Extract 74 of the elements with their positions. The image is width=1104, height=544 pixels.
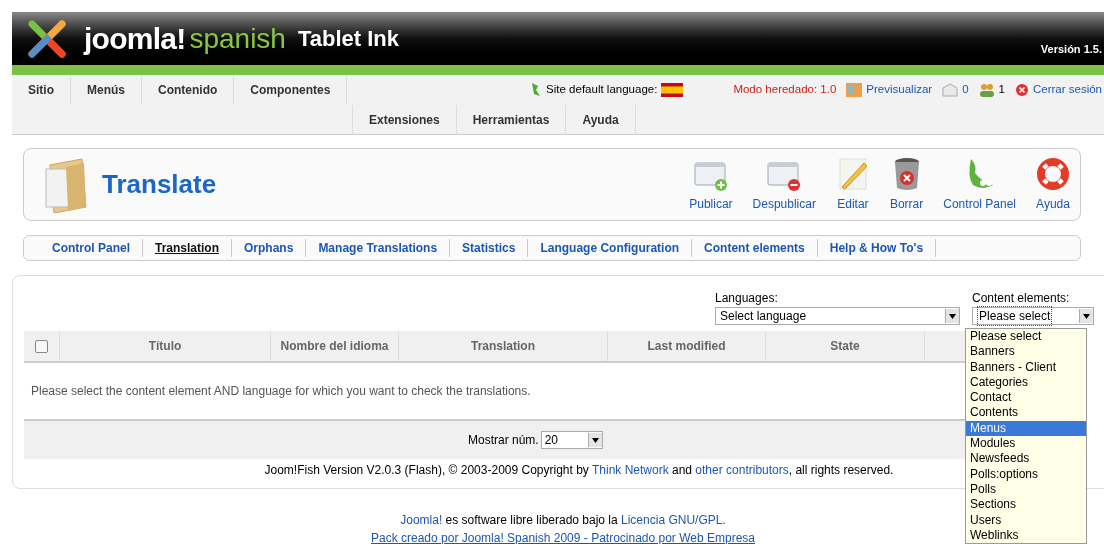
- dropdown-option[interactable]: Menus: [966, 420, 1086, 437]
- menu-item[interactable]: Extensiones: [352, 105, 456, 135]
- logout-link[interactable]: Cerrar sesión: [1014, 81, 1102, 99]
- menu-item[interactable]: Menús: [71, 75, 142, 105]
- trash-can-icon: [892, 156, 921, 191]
- dropdown-option[interactable]: Banners - Client: [966, 359, 1086, 375]
- logo-text: joomla!: [84, 21, 186, 57]
- submenu-tab[interactable]: Orphans: [232, 239, 307, 257]
- submenu-tab[interactable]: Language Configuration: [528, 239, 693, 257]
- content-elements-label: Content elements:: [972, 290, 1071, 307]
- license-text: Joomla! es software libre liberado bajo la Licencia GNU/GPL.: [400, 512, 726, 529]
- submenu-tab[interactable]: Statistics: [450, 239, 529, 257]
- lifebuoy-icon: [1036, 156, 1070, 191]
- dropdown-option[interactable]: Modules: [966, 436, 1086, 452]
- dropdown-option[interactable]: Please select: [966, 329, 1086, 345]
- credits-text: Joom!Fish Version V2.0.3 (Flash), © 2003-2009 Copyright by Think Network and other contributors, all rights reserved.: [264, 462, 894, 479]
- version-text: Versión 1.5.: [1040, 41, 1102, 57]
- link[interactable]: other contributors: [695, 463, 789, 477]
- window-minus-icon: [767, 160, 802, 191]
- submenu-tab[interactable]: Help & How To's: [817, 239, 937, 257]
- content-elements-select[interactable]: Please select: [972, 307, 1094, 325]
- spain-flag-icon: [661, 83, 684, 97]
- toolbar-button[interactable]: Borrar: [883, 156, 930, 213]
- dropdown-option[interactable]: Contents: [966, 405, 1086, 421]
- dropdown-option[interactable]: Banners: [966, 344, 1086, 360]
- messages-link[interactable]: 0: [942, 81, 969, 99]
- link[interactable]: Think Network: [591, 463, 669, 477]
- show-count-label: Mostrar núm.: [468, 432, 539, 449]
- link[interactable]: Joomla!: [400, 513, 443, 527]
- select-all-checkbox[interactable]: [35, 339, 48, 353]
- column-header: Título: [60, 331, 271, 361]
- submenu-tab[interactable]: Content elements: [692, 239, 818, 257]
- preview-icon: [846, 83, 863, 97]
- dropdown-option[interactable]: Sections: [966, 497, 1086, 513]
- users-icon: [978, 83, 995, 97]
- menu-item[interactable]: Herramientas: [455, 105, 566, 135]
- show-count-select[interactable]: 20: [540, 431, 603, 449]
- dropdown-option[interactable]: Weblinks: [966, 527, 1086, 544]
- toolbar-button[interactable]: Editar: [829, 156, 876, 213]
- dropdown-option[interactable]: Polls:options: [966, 466, 1086, 482]
- online-users: 1: [978, 81, 1005, 99]
- window-plus-icon: [693, 160, 728, 191]
- dropdown-option[interactable]: Polls: [966, 481, 1086, 498]
- menu-item[interactable]: Ayuda: [565, 105, 636, 135]
- column-header: Last modified: [608, 331, 766, 361]
- logo-subtitle: spanish: [189, 21, 286, 56]
- column-header: State: [766, 331, 925, 361]
- toolbar-button[interactable]: Publicar: [683, 160, 739, 213]
- menu-item[interactable]: Sitio: [12, 75, 71, 105]
- column-header: Translation: [399, 331, 608, 361]
- toolbar-button[interactable]: Ayuda: [1030, 156, 1076, 213]
- column-header: Nombre del idioma: [271, 331, 399, 361]
- languages-label: Languages:: [715, 290, 779, 307]
- submenu-tab[interactable]: Translation: [143, 239, 233, 257]
- page-title: Translate: [102, 168, 217, 201]
- preview-link[interactable]: Previsualizar: [846, 81, 933, 99]
- legacy-mode-text: Modo heredado: 1.0: [733, 82, 837, 98]
- languages-select[interactable]: Select language: [715, 307, 960, 325]
- link[interactable]: Licencia GNU/GPL.: [621, 513, 726, 527]
- dropdown-option[interactable]: Newsfeeds: [966, 451, 1086, 467]
- submenu-tab[interactable]: Control Panel: [40, 239, 143, 257]
- dropdown-option[interactable]: Categories: [966, 374, 1086, 391]
- empty-message: Please select the content element AND language for which you want to check the translations.: [31, 383, 531, 400]
- close-icon: [1014, 83, 1029, 97]
- site-name: Tablet Ink: [297, 25, 399, 53]
- dropdown-option[interactable]: Users: [966, 512, 1086, 528]
- menu-item[interactable]: Componentes: [234, 75, 348, 105]
- toolbar-button[interactable]: Despublicar: [746, 160, 822, 213]
- submenu-tab[interactable]: Manage Translations: [306, 239, 451, 257]
- dropdown-option[interactable]: Contact: [966, 390, 1086, 406]
- site-language-label: Site default language:: [546, 82, 658, 98]
- sponsor-link[interactable]: Pack creado por Joomla! Spanish 2009 - Patrocinado por Web Empresa: [371, 529, 755, 544]
- menu-item[interactable]: Contenido: [142, 75, 235, 105]
- toolbar-button[interactable]: Control Panel: [937, 156, 1022, 213]
